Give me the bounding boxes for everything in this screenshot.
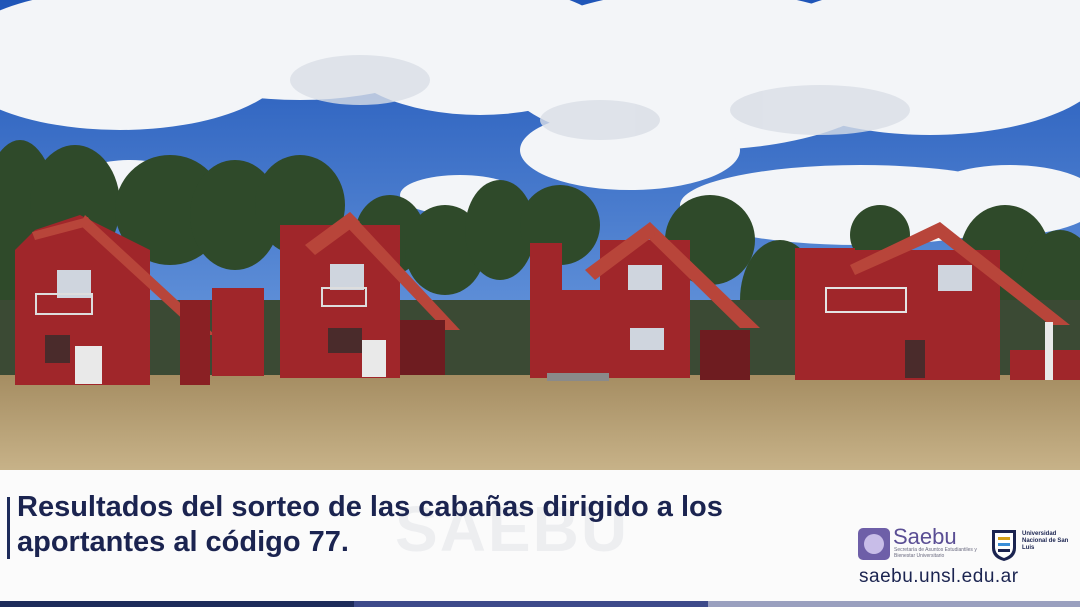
grass — [0, 375, 1080, 470]
headline-accent-bar — [7, 497, 10, 559]
stripe-segment-dark — [0, 601, 354, 607]
stripe-segment-mid — [354, 601, 708, 607]
caption-band: SAEBU Resultados del sorteo de las cabañ… — [0, 470, 1080, 601]
unsl-logo-name: Universidad Nacional de San Luis — [1022, 531, 1069, 551]
cabins-scene — [0, 0, 1080, 470]
unsl-shield-icon — [992, 530, 1016, 561]
saebu-logo-tagline: Secretaría de Asuntos Estudiantiles y Bi… — [894, 547, 977, 559]
website-url: saebu.unsl.edu.ar — [859, 566, 1019, 587]
bottom-stripe — [0, 601, 1080, 607]
cabins-photo — [0, 0, 1080, 470]
saebu-mark-icon — [858, 528, 890, 560]
stripe-segment-light — [708, 601, 1080, 607]
headline: Resultados del sorteo de las cabañas dir… — [17, 491, 723, 558]
